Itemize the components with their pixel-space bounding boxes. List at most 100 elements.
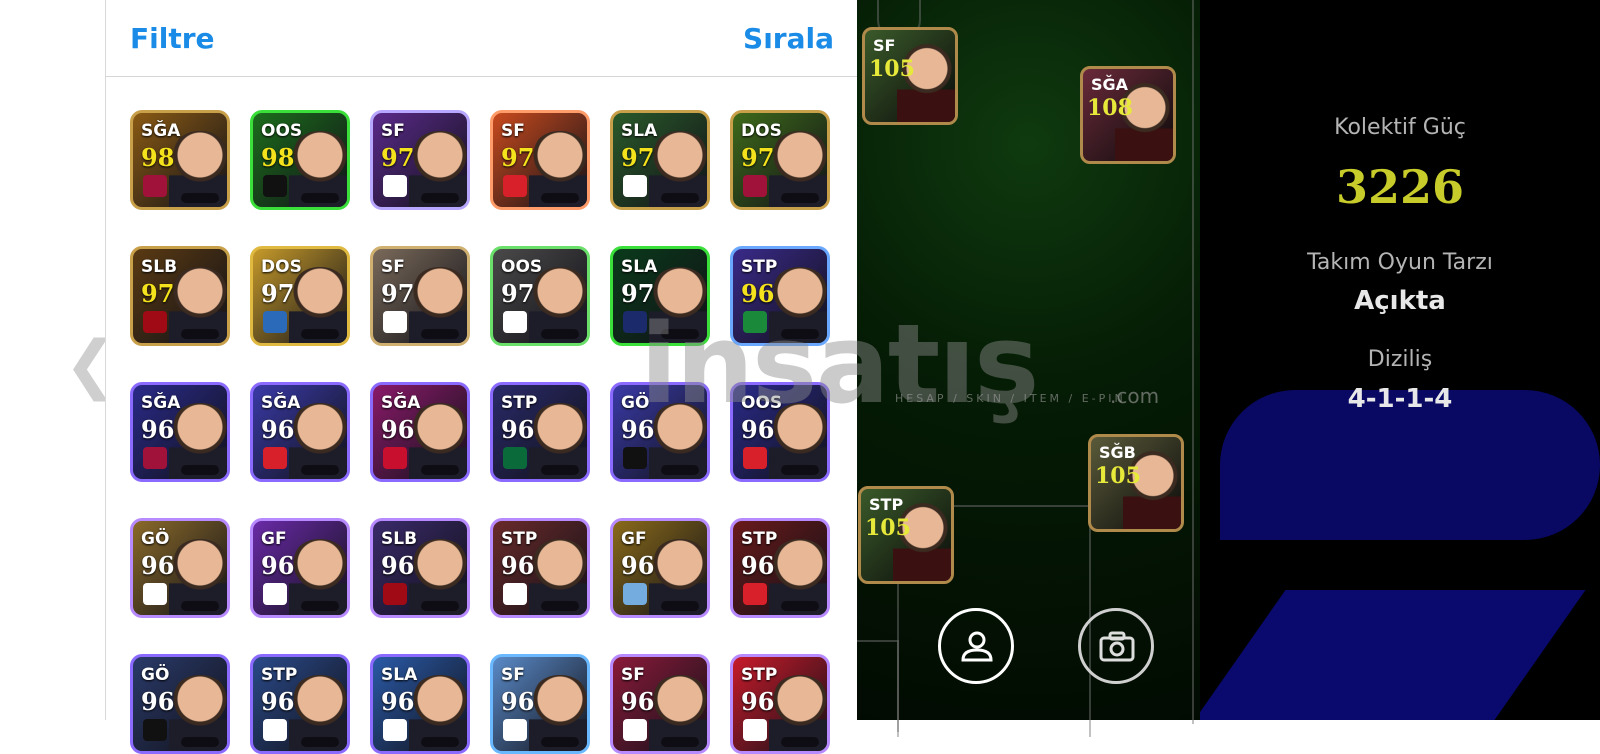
oyun-tarzi-value: Açıkta: [1354, 286, 1446, 316]
player-card[interactable]: SĞA 96: [130, 382, 230, 482]
skill-indicator: [421, 601, 459, 611]
player-card[interactable]: SLA 96: [370, 654, 470, 754]
player-card[interactable]: SF 96: [610, 654, 710, 754]
skill-indicator: [301, 329, 339, 339]
player-rating: 97: [501, 279, 535, 308]
skill-indicator: [541, 193, 579, 203]
skill-indicator: [301, 601, 339, 611]
skill-indicator: [421, 329, 459, 339]
player-card[interactable]: STP 96: [490, 382, 590, 482]
skill-indicator: [421, 737, 459, 747]
watermark-domain: .com: [1110, 384, 1160, 408]
player-card[interactable]: SLA 97: [610, 110, 710, 210]
player-position: SĞA: [1091, 75, 1129, 94]
player-rating: 97: [141, 279, 175, 308]
profile-button[interactable]: [938, 608, 1014, 684]
player-position: STP: [501, 393, 538, 413]
chevron-left-icon[interactable]: ❮: [64, 330, 118, 400]
player-position: DOS: [261, 257, 302, 277]
skill-indicator: [301, 465, 339, 475]
player-position: SLB: [141, 257, 178, 277]
player-card[interactable]: SF 97: [370, 110, 470, 210]
player-position: DOS: [741, 121, 782, 141]
camera-icon: [1099, 631, 1135, 662]
club-badge-icon: [263, 583, 287, 605]
club-badge-icon: [383, 583, 407, 605]
club-badge-icon: [743, 447, 767, 469]
skill-indicator: [781, 465, 819, 475]
player-card[interactable]: SĞA 96: [250, 382, 350, 482]
player-card[interactable]: SF 97: [490, 110, 590, 210]
player-rating: 105: [865, 515, 911, 541]
player-rating: 96: [381, 415, 415, 444]
player-position: SĞA: [381, 393, 421, 413]
player-rating: 96: [501, 687, 535, 716]
skill-indicator: [181, 737, 219, 747]
player-rating: 96: [261, 551, 295, 580]
player-card[interactable]: STP 96: [730, 654, 830, 754]
pitch-player-card[interactable]: SĞB 105: [1088, 434, 1184, 532]
player-position: SF: [381, 121, 405, 141]
skill-indicator: [301, 193, 339, 203]
player-rating: 97: [621, 143, 655, 172]
player-card[interactable]: SĞA 98: [130, 110, 230, 210]
player-position: STP: [741, 257, 778, 277]
player-position: SĞA: [141, 393, 181, 413]
player-position: SĞA: [141, 121, 181, 141]
pitch-player-card[interactable]: STP 105: [858, 486, 954, 584]
camera-button[interactable]: [1078, 608, 1154, 684]
player-rating: 96: [501, 551, 535, 580]
player-card[interactable]: GF 96: [610, 518, 710, 618]
club-badge-icon: [743, 583, 767, 605]
goal-area-line: [857, 640, 899, 732]
player-rating: 97: [381, 279, 415, 308]
player-rating: 97: [261, 279, 295, 308]
player-card[interactable]: SLB 96: [370, 518, 470, 618]
club-badge-icon: [623, 583, 647, 605]
watermark-text: insatış: [640, 300, 1039, 428]
player-card[interactable]: STP 96: [490, 518, 590, 618]
player-card[interactable]: STP 96: [730, 518, 830, 618]
skill-indicator: [541, 465, 579, 475]
player-position: SĞB: [1099, 443, 1136, 462]
player-rating: 96: [621, 551, 655, 580]
player-card[interactable]: GF 96: [250, 518, 350, 618]
player-card[interactable]: STP 96: [250, 654, 350, 754]
player-rating: 96: [741, 551, 775, 580]
player-card[interactable]: SĞA 96: [370, 382, 470, 482]
club-badge-icon: [143, 583, 167, 605]
person-icon: [961, 631, 993, 662]
player-card[interactable]: OOS 97: [490, 246, 590, 346]
sort-button[interactable]: Sırala: [743, 22, 834, 55]
pitch-player-card[interactable]: SF 105: [862, 27, 958, 125]
player-card[interactable]: OOS 98: [250, 110, 350, 210]
player-card[interactable]: GÖ 96: [130, 654, 230, 754]
player-card[interactable]: SF 97: [370, 246, 470, 346]
filter-button[interactable]: Filtre: [130, 22, 215, 55]
player-card[interactable]: SLB 97: [130, 246, 230, 346]
skill-indicator: [781, 193, 819, 203]
skill-indicator: [661, 737, 699, 747]
pitch-player-card[interactable]: SĞA 108: [1080, 66, 1176, 164]
player-card[interactable]: SF 96: [490, 654, 590, 754]
player-position: GF: [261, 529, 287, 549]
kolektif-label: Kolektif Güç: [1334, 115, 1466, 140]
club-badge-icon: [383, 447, 407, 469]
club-badge-icon: [503, 447, 527, 469]
player-rating: 96: [381, 551, 415, 580]
player-rating: 96: [501, 415, 535, 444]
watermark-subtext: HESAP / SKIN / ITEM / E-PIN: [895, 392, 1126, 405]
player-card[interactable]: GÖ 96: [130, 518, 230, 618]
player-rating: 98: [141, 143, 175, 172]
club-badge-icon: [143, 719, 167, 741]
player-position: SF: [381, 257, 405, 277]
skill-indicator: [301, 737, 339, 747]
player-card[interactable]: DOS 97: [730, 110, 830, 210]
player-card[interactable]: DOS 97: [250, 246, 350, 346]
team-stats-sidebar: Kolektif Güç 3226 Takım Oyun Tarzı Açıkt…: [1200, 0, 1600, 720]
player-position: STP: [261, 665, 298, 685]
skill-indicator: [541, 601, 579, 611]
player-rating: 108: [1087, 95, 1133, 121]
skill-indicator: [181, 329, 219, 339]
club-badge-icon: [383, 175, 407, 197]
